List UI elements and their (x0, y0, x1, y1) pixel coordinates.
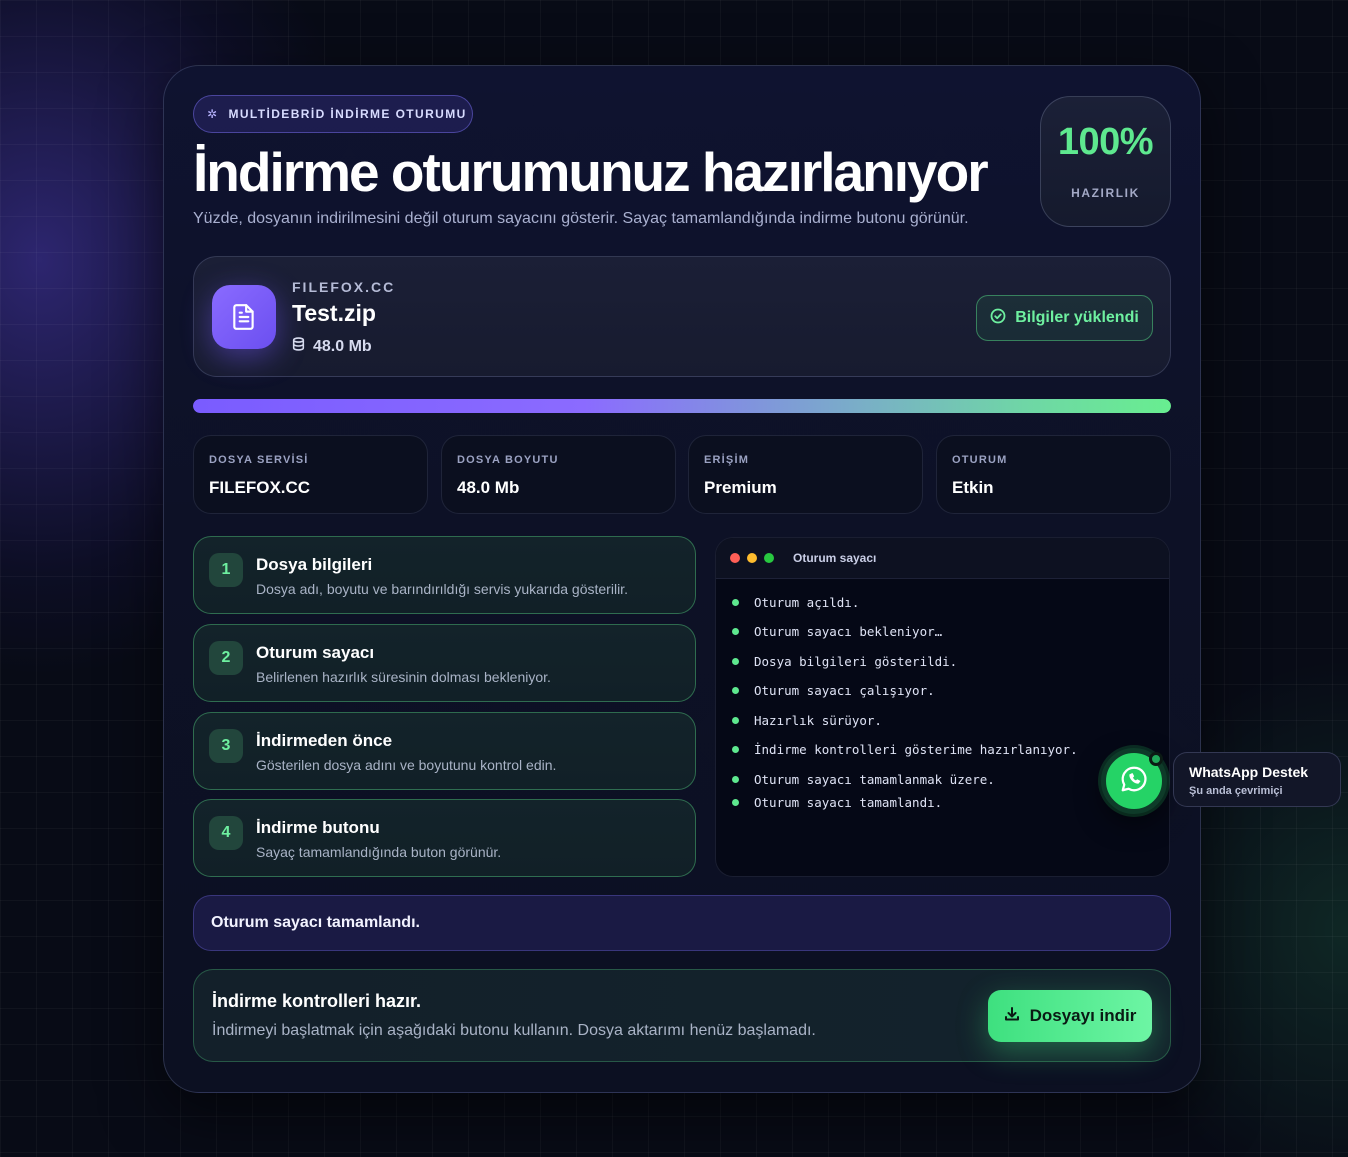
log-line: Oturum sayacı tamamlandı. (732, 792, 942, 812)
whatsapp-support-card[interactable]: WhatsApp Destek Şu anda çevrimiçi (1173, 752, 1341, 807)
readiness-percent: 100% (1057, 121, 1154, 163)
stat-file-service: DOSYA SERVİSİ FILEFOX.CC (193, 435, 428, 514)
download-icon (1004, 1006, 1020, 1027)
log-bullet (732, 598, 739, 606)
session-terminal[interactable]: Oturum sayacı Oturum açıldı. Oturum saya… (715, 537, 1170, 877)
session-status-message: Oturum sayacı tamamlandı. (193, 895, 1171, 951)
step-title: İndirmeden önce (256, 731, 393, 750)
download-button-label: Dosyayı indir (1029, 1006, 1137, 1025)
session-badge: ✲ MULTİDEBRİD İNDİRME OTURUMU (193, 95, 473, 133)
log-bullet (732, 686, 739, 694)
log-bullet (732, 745, 739, 753)
step-title: Dosya bilgileri (256, 555, 373, 574)
sparkle-icon: ✲ (207, 107, 219, 121)
whatsapp-title: WhatsApp Destek (1189, 764, 1309, 780)
log-line: Dosya bilgileri gösterildi. (732, 651, 957, 671)
step-number: 3 (209, 729, 243, 763)
step-download-button: 4 İndirme butonu Sayaç tamamlandığında b… (193, 799, 696, 877)
readiness-progress-bar (193, 399, 1171, 413)
log-text: Dosya bilgileri gösterildi. (754, 653, 958, 669)
file-info-card: FILEFOX.CC Test.zip 48.0 Mb Bilgiler yük… (193, 256, 1171, 377)
stat-label: DOSYA SERVİSİ (209, 454, 309, 466)
file-document-icon (212, 285, 276, 349)
file-host: FILEFOX.CC (292, 279, 396, 295)
session-badge-label: MULTİDEBRİD İNDİRME OTURUMU (228, 107, 467, 121)
file-size-value: 48.0 Mb (313, 337, 372, 355)
log-text: Oturum sayacı tamamlanmak üzere. (754, 771, 995, 787)
step-description: Dosya adı, boyutu ve barındırıldığı serv… (256, 581, 628, 597)
file-name: Test.zip (292, 300, 376, 326)
stat-access: ERİŞİM Premium (688, 435, 923, 514)
step-title: Oturum sayacı (256, 643, 375, 662)
log-text: Hazırlık sürüyor. (754, 712, 882, 728)
ready-title: İndirme kontrolleri hazır. (212, 991, 422, 1011)
stat-label: OTURUM (952, 454, 1008, 466)
log-bullet (732, 775, 739, 783)
stat-value: FILEFOX.CC (209, 478, 311, 497)
stat-label: DOSYA BOYUTU (457, 454, 559, 466)
whatsapp-status: Şu anda çevrimiçi (1189, 785, 1283, 797)
readiness-label: HAZIRLIK (1071, 186, 1140, 200)
ready-description: İndirmeyi başlatmak için aşağıdaki buton… (212, 1022, 816, 1039)
info-loaded-label: Bilgiler yüklendi (1015, 309, 1139, 326)
log-line: Oturum sayacı tamamlanmak üzere. (732, 769, 995, 789)
step-description: Belirlenen hazırlık süresinin dolması be… (256, 669, 551, 685)
file-size: 48.0 Mb (292, 337, 372, 356)
stat-value: Premium (704, 478, 777, 497)
readiness-box: 100% HAZIRLIK (1040, 96, 1171, 227)
window-minimize-dot (747, 553, 757, 563)
log-bullet (732, 657, 739, 665)
check-circle-icon (990, 308, 1006, 329)
window-close-dot (730, 553, 740, 563)
step-before-download: 3 İndirmeden önce Gösterilen dosya adını… (193, 712, 696, 790)
log-text: Oturum açıldı. (754, 594, 860, 610)
terminal-title: Oturum sayacı (793, 551, 877, 565)
log-text: Oturum sayacı tamamlandı. (754, 794, 943, 810)
log-bullet (732, 798, 739, 806)
terminal-header: Oturum sayacı (716, 538, 1169, 579)
step-title: İndirme butonu (256, 818, 380, 837)
download-ready-card: İndirme kontrolleri hazır. İndirmeyi baş… (193, 969, 1171, 1062)
log-line: Oturum sayacı çalışıyor. (732, 680, 935, 700)
stat-value: Etkin (952, 478, 994, 497)
stat-file-size: DOSYA BOYUTU 48.0 Mb (441, 435, 676, 514)
log-bullet (732, 627, 739, 635)
info-loaded-status: Bilgiler yüklendi (976, 295, 1153, 341)
stat-value: 48.0 Mb (457, 478, 520, 497)
log-line: Hazırlık sürüyor. (732, 710, 882, 730)
log-line: İndirme kontrolleri gösterime hazırlanıy… (732, 739, 1078, 759)
step-number: 1 (209, 553, 243, 587)
step-description: Gösterilen dosya adını ve boyutunu kontr… (256, 757, 557, 773)
download-file-button[interactable]: Dosyayı indir (988, 990, 1152, 1042)
step-number: 4 (209, 816, 243, 850)
step-number: 2 (209, 641, 243, 675)
stat-label: ERİŞİM (704, 454, 750, 466)
log-line: Oturum açıldı. (732, 592, 859, 612)
whatsapp-icon (1119, 764, 1149, 799)
window-maximize-dot (764, 553, 774, 563)
database-icon (292, 337, 305, 356)
log-bullet (732, 716, 739, 724)
step-session-timer: 2 Oturum sayacı Belirlenen hazırlık süre… (193, 624, 696, 702)
log-line: Oturum sayacı bekleniyor… (732, 621, 942, 641)
step-description: Sayaç tamamlandığında buton görünür. (256, 844, 502, 860)
online-indicator (1149, 752, 1163, 766)
log-text: Oturum sayacı çalışıyor. (754, 682, 935, 698)
step-file-info: 1 Dosya bilgileri Dosya adı, boyutu ve b… (193, 536, 696, 614)
page-subtitle: Yüzde, dosyanın indirilmesini değil otur… (193, 210, 969, 227)
log-text: İndirme kontrolleri gösterime hazırlanıy… (754, 741, 1078, 757)
stat-session: OTURUM Etkin (936, 435, 1171, 514)
log-text: Oturum sayacı bekleniyor… (754, 623, 943, 639)
readiness-progress-fill (193, 399, 1171, 413)
page-title: İndirme oturumunuz hazırlanıyor (193, 141, 989, 203)
